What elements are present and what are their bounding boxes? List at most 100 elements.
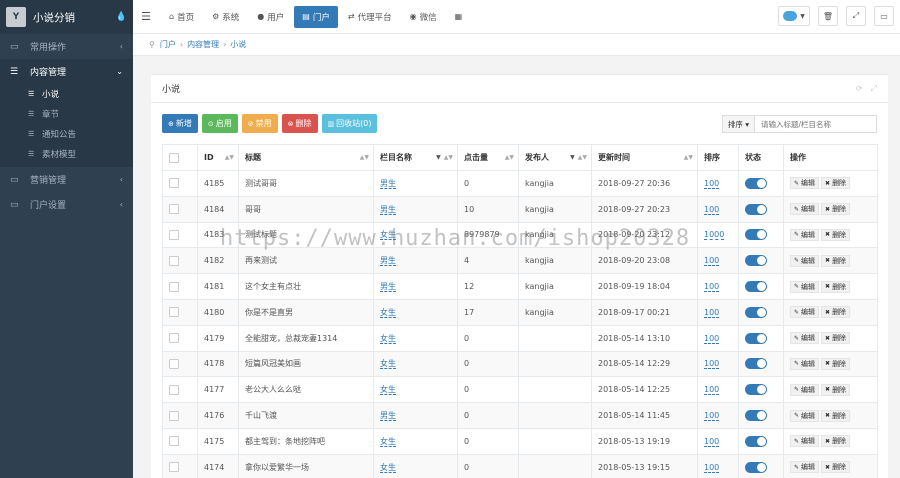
status-toggle[interactable] (745, 255, 767, 267)
tab-home[interactable]: ⌂ 首页 (161, 6, 202, 28)
row-delete-button[interactable]: ✖ 删除 (821, 177, 851, 190)
hamburger-menu-icon[interactable]: ☰ (133, 10, 159, 23)
sidebar-item-marketing[interactable]: ▭ 营销管理 ‹ (0, 167, 133, 192)
status-toggle[interactable] (745, 177, 767, 189)
row-checkbox[interactable] (169, 204, 179, 215)
status-toggle[interactable] (745, 332, 767, 344)
status-toggle[interactable] (745, 435, 767, 447)
search-input[interactable] (755, 115, 877, 133)
header-publisher[interactable]: 发布人 ▼ ▲▼ (518, 144, 592, 171)
add-button[interactable]: ⊕ 新增 (162, 114, 198, 133)
table-row[interactable]: 4184 哥哥 男生 10 kangjia 2018-09-27 20:23 100 ✎ 编辑 ✖… (162, 196, 878, 223)
column-link[interactable]: 男生 (380, 411, 396, 422)
edit-button[interactable]: ✎ 编辑 (790, 280, 820, 293)
column-link[interactable]: 男生 (380, 204, 396, 215)
tab-user[interactable]: ● 用户 (249, 6, 292, 28)
edit-button[interactable]: ✎ 编辑 (790, 203, 820, 216)
row-checkbox[interactable] (169, 384, 179, 395)
edit-button[interactable]: ✎ 编辑 (790, 461, 820, 474)
row-checkbox[interactable] (169, 358, 179, 369)
table-row[interactable]: 4181 这个女主有点壮 男生 12 kangjia 2018-09-19 18:04 10… (162, 273, 878, 300)
sidebar-subitem-material[interactable]: ☰ 素材模型 (0, 144, 133, 164)
trash-button[interactable]: 🗑 (818, 6, 838, 26)
row-delete-button[interactable]: ✖ 删除 (821, 306, 851, 319)
select-all-checkbox[interactable] (169, 152, 179, 163)
order-editable[interactable]: 100 (704, 411, 720, 422)
status-toggle[interactable] (745, 229, 767, 241)
breadcrumb-item[interactable]: 小说 (230, 39, 246, 50)
status-toggle[interactable] (745, 358, 767, 370)
sort-dropdown[interactable]: 排序 ▾ (721, 115, 755, 133)
edit-button[interactable]: ✎ 编辑 (790, 177, 820, 190)
edit-button[interactable]: ✎ 编辑 (790, 332, 820, 345)
column-link[interactable]: 女生 (380, 462, 396, 473)
order-editable[interactable]: 100 (704, 385, 720, 396)
table-row[interactable]: 4180 你是不是直男 女生 17 kangjia 2018-09-17 00:21 100… (162, 299, 878, 326)
order-editable[interactable]: 1000 (704, 230, 725, 241)
sidebar-item-portal-settings[interactable]: ▭ 门户设置 ‹ (0, 192, 133, 217)
edit-button[interactable]: ✎ 编辑 (790, 357, 820, 370)
row-delete-button[interactable]: ✖ 删除 (821, 332, 851, 345)
order-editable[interactable]: 100 (704, 462, 720, 473)
header-updated[interactable]: 更新时间 ▲▼ (591, 144, 698, 171)
row-delete-button[interactable]: ✖ 删除 (821, 383, 851, 396)
status-toggle[interactable] (745, 461, 767, 473)
expand-icon[interactable]: ⤢ (871, 84, 877, 94)
refresh-icon[interactable]: ⟳ (856, 84, 863, 93)
row-checkbox[interactable] (169, 178, 179, 189)
row-delete-button[interactable]: ✖ 删除 (821, 461, 851, 474)
recycle-bin-button[interactable]: ▥ 回收站(0) (321, 114, 378, 133)
tab-system[interactable]: ⚙ 系统 (204, 6, 247, 28)
sidebar-item-common[interactable]: ▭ 常用操作 ‹ (0, 34, 133, 59)
row-checkbox[interactable] (169, 307, 179, 318)
table-row[interactable]: 4175 都主驾到：条地挖阵吧 女生 0 2018-05-13 19:19 100 ✎ 编辑 ✖… (162, 428, 878, 455)
row-delete-button[interactable]: ✖ 删除 (821, 409, 851, 422)
row-delete-button[interactable]: ✖ 删除 (821, 280, 851, 293)
delete-button[interactable]: ⊗ 删除 (281, 114, 318, 133)
order-editable[interactable]: 100 (704, 178, 720, 189)
tab-grid[interactable]: ▦ (447, 6, 474, 28)
status-toggle[interactable] (745, 203, 767, 215)
column-link[interactable]: 男生 (380, 178, 396, 189)
order-editable[interactable]: 100 (704, 204, 720, 215)
table-row[interactable]: 4176 千山飞渡 男生 0 2018-05-14 11:45 100 ✎ 编辑 ✖ 删除 (162, 402, 878, 429)
edit-button[interactable]: ✎ 编辑 (790, 228, 820, 241)
tab-agent[interactable]: ⇄ 代理平台 (340, 6, 400, 28)
column-link[interactable]: 男生 (380, 256, 396, 267)
row-checkbox[interactable] (169, 410, 179, 421)
row-delete-button[interactable]: ✖ 删除 (821, 228, 851, 241)
row-checkbox[interactable] (169, 229, 179, 240)
breadcrumb-item[interactable]: 内容管理 (187, 39, 219, 50)
row-checkbox[interactable] (169, 436, 179, 447)
fullscreen-button[interactable]: ⤢ (846, 6, 866, 26)
status-toggle[interactable] (745, 281, 767, 293)
header-column[interactable]: 栏目名称 ▼ ▲▼ (373, 144, 458, 171)
sidebar-subitem-chapter[interactable]: ☰ 章节 (0, 104, 133, 124)
settings-button[interactable]: ▭ (874, 6, 894, 26)
edit-button[interactable]: ✎ 编辑 (790, 435, 820, 448)
row-checkbox[interactable] (169, 255, 179, 266)
sidebar-subitem-novel[interactable]: ☰ 小说 (0, 84, 133, 104)
row-delete-button[interactable]: ✖ 删除 (821, 435, 851, 448)
row-checkbox[interactable] (169, 333, 179, 344)
edit-button[interactable]: ✎ 编辑 (790, 409, 820, 422)
sidebar-item-content[interactable]: ☰ 内容管理 ⌄ (0, 59, 133, 84)
row-delete-button[interactable]: ✖ 删除 (821, 357, 851, 370)
header-title[interactable]: 标题 ▲▼ (238, 144, 374, 171)
header-order[interactable]: 排序 (697, 144, 739, 171)
edit-button[interactable]: ✎ 编辑 (790, 306, 820, 319)
column-link[interactable]: 女生 (380, 436, 396, 447)
tab-wechat[interactable]: ◉ 微信 (402, 6, 445, 28)
status-toggle[interactable] (745, 384, 767, 396)
order-editable[interactable]: 100 (704, 256, 720, 267)
filter-icon[interactable]: ▼ (570, 154, 575, 161)
column-link[interactable]: 女生 (380, 385, 396, 396)
edit-button[interactable]: ✎ 编辑 (790, 383, 820, 396)
table-row[interactable]: 4174 拿你以爱繁华一场 女生 0 2018-05-13 19:15 100 ✎ 编辑 ✖ 删除 (162, 454, 878, 478)
order-editable[interactable]: 100 (704, 359, 720, 370)
order-editable[interactable]: 100 (704, 307, 720, 318)
column-link[interactable]: 女生 (380, 307, 396, 318)
sidebar-subitem-notice[interactable]: ☰ 通知公告 (0, 124, 133, 144)
column-link[interactable]: 女生 (380, 333, 396, 344)
edit-button[interactable]: ✎ 编辑 (790, 254, 820, 267)
